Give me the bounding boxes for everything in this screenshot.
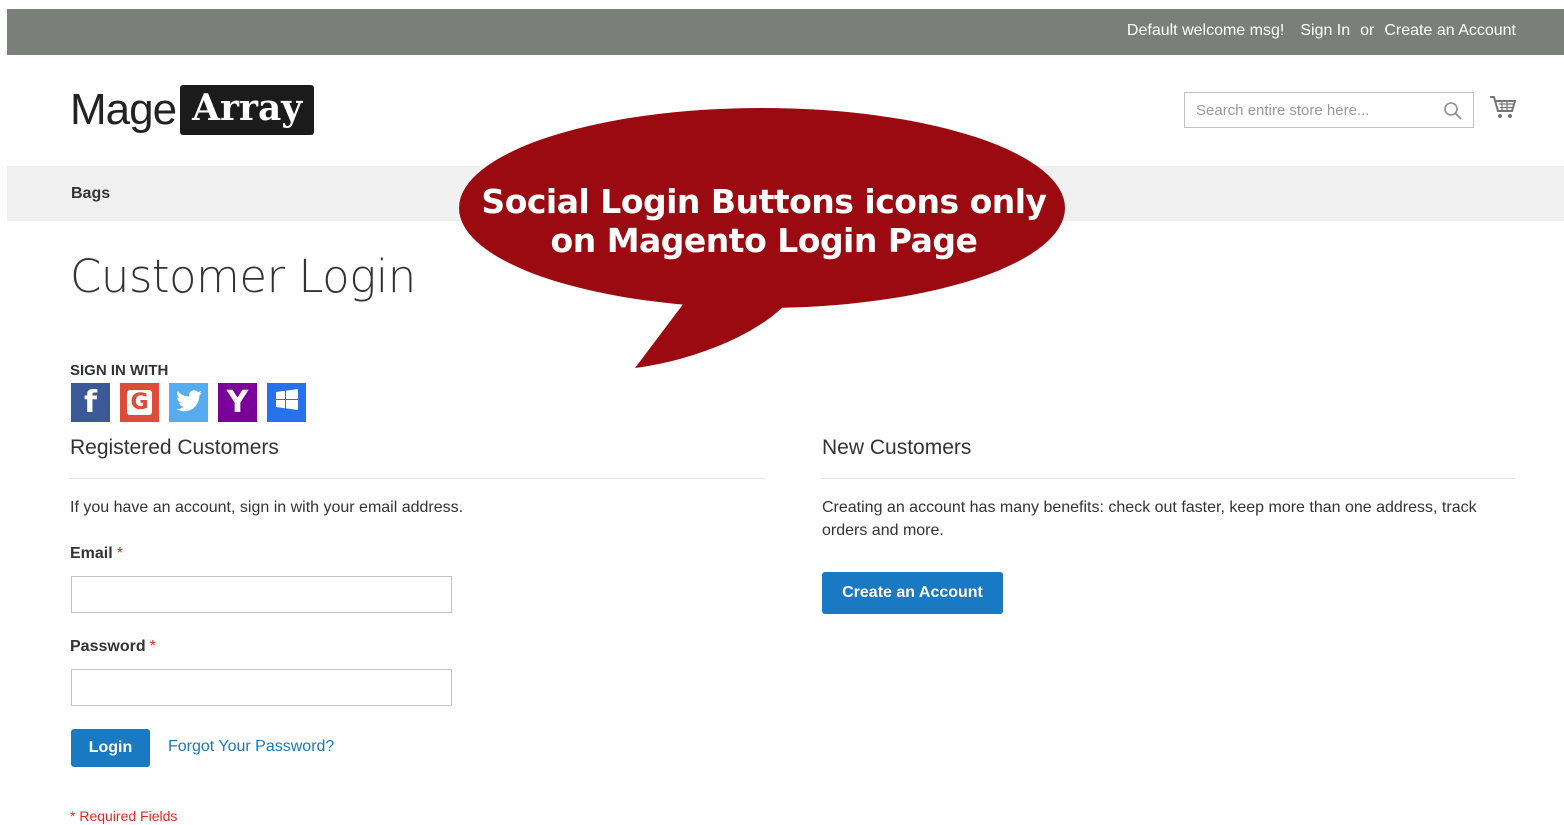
header-panel: Default welcome msg! Sign In or Create a… (7, 9, 1564, 55)
twitter-login-button[interactable] (169, 383, 208, 422)
callout-line-1: Social Login Buttons icons only (481, 182, 1047, 221)
search-input[interactable] (1194, 93, 1438, 127)
search-icon[interactable] (1443, 101, 1463, 126)
sign-in-link[interactable]: Sign In (1300, 22, 1350, 40)
email-field-wrapper (71, 576, 452, 613)
facebook-login-button[interactable]: f (71, 383, 110, 422)
social-login-buttons: f G Y (71, 383, 306, 422)
search-box (1184, 92, 1474, 128)
login-button[interactable]: Login (71, 729, 150, 767)
google-icon: G (127, 390, 152, 415)
windows-login-button[interactable] (267, 383, 306, 422)
email-label: Email * (70, 545, 123, 563)
required-fields-note: * Required Fields (70, 808, 178, 824)
callout-text: Social Login Buttons icons only on Magen… (475, 182, 1053, 260)
yahoo-icon: Y (226, 385, 249, 420)
registered-divider (70, 478, 765, 479)
email-field[interactable] (72, 577, 451, 612)
new-customers-note: Creating an account has many benefits: c… (822, 499, 1477, 539)
logo-text-mage: Mage (70, 85, 177, 134)
password-label-text: Password (70, 638, 146, 655)
create-account-button[interactable]: Create an Account (822, 572, 1003, 614)
header-links: Default welcome msg! Sign In or Create a… (1127, 22, 1516, 40)
or-separator: or (1360, 22, 1375, 39)
page-title: Customer Login (70, 250, 416, 303)
password-required-mark: * (149, 638, 156, 655)
registered-customers-title: Registered Customers (70, 436, 279, 459)
forgot-password-link[interactable]: Forgot Your Password? (168, 738, 334, 756)
password-field-wrapper (71, 669, 452, 706)
new-customers-divider (822, 478, 1516, 479)
facebook-icon: f (83, 385, 98, 420)
email-label-text: Email (70, 545, 113, 562)
yahoo-login-button[interactable]: Y (218, 383, 257, 422)
callout-line-2: on Magento Login Page (550, 221, 978, 260)
welcome-message: Default welcome msg! (1126, 22, 1285, 39)
password-label: Password * (70, 638, 156, 656)
cart-icon[interactable] (1489, 95, 1517, 126)
new-customers-title: New Customers (822, 436, 972, 459)
google-login-button[interactable]: G (120, 383, 159, 422)
email-required-mark: * (116, 545, 123, 562)
create-account-link[interactable]: Create an Account (1384, 22, 1516, 40)
password-field[interactable] (72, 670, 451, 705)
store-logo[interactable]: Mage Array (70, 82, 315, 138)
logo-text-array: Array (180, 85, 315, 135)
nav-item-bags[interactable]: Bags (71, 185, 110, 203)
windows-icon (275, 385, 299, 420)
sign-in-with-heading: SIGN IN WITH (70, 362, 169, 379)
registered-note: If you have an account, sign in with you… (70, 499, 464, 516)
twitter-icon (175, 385, 202, 420)
